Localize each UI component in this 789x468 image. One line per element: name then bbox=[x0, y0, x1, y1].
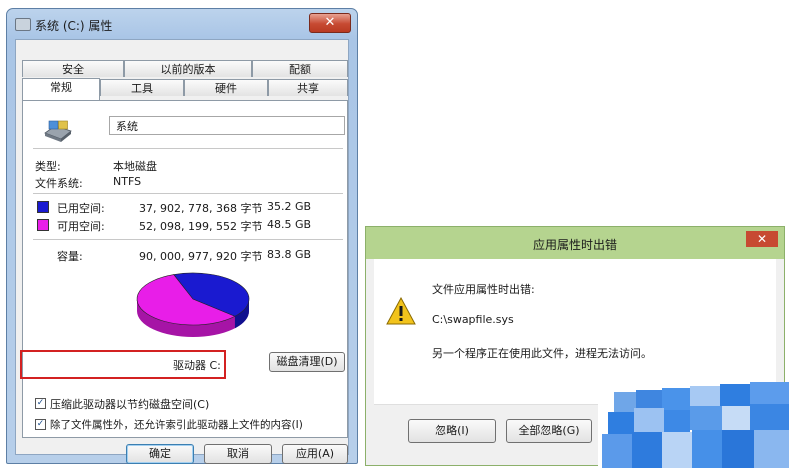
error-message-detail: 另一个程序正在使用此文件，进程无法访问。 bbox=[432, 347, 652, 360]
properties-titlebar[interactable]: 系统 (C:) 属性 ✕ bbox=[7, 9, 357, 39]
capacity-bytes: 90, 000, 977, 920 字节 bbox=[139, 250, 263, 263]
watermark-mosaic bbox=[598, 382, 789, 468]
drive-title-icon bbox=[15, 18, 31, 31]
tab-previous-versions[interactable]: 以前的版本 bbox=[124, 60, 252, 77]
cancel-button[interactable]: 取消 bbox=[204, 444, 272, 464]
apply-button[interactable]: 应用(A) bbox=[282, 444, 348, 464]
disk-cleanup-button[interactable]: 磁盘清理(D) bbox=[269, 352, 345, 372]
free-space-size: 48.5 GB bbox=[267, 218, 312, 231]
used-space-bytes: 37, 902, 778, 368 字节 bbox=[139, 202, 263, 215]
compress-option-highlight bbox=[20, 350, 226, 379]
error-dialog-title: 应用属性时出错 bbox=[532, 238, 617, 252]
divider bbox=[33, 239, 343, 240]
tab-sharing[interactable]: 共享 bbox=[268, 79, 348, 96]
used-space-label: 已用空间: bbox=[57, 202, 105, 215]
type-label: 类型: bbox=[35, 160, 61, 173]
properties-close-button[interactable]: ✕ bbox=[309, 13, 351, 33]
drive-name-input[interactable]: 系统 bbox=[109, 116, 345, 135]
filesystem-label: 文件系统: bbox=[35, 177, 83, 190]
error-dialog-titlebar[interactable]: 应用属性时出错 ✕ bbox=[366, 227, 784, 259]
properties-title: 系统 (C:) 属性 bbox=[35, 19, 113, 33]
general-tab-panel: 系统 类型: 本地磁盘 文件系统: NTFS 已用空间: 37, 902, 77… bbox=[22, 100, 348, 438]
type-value: 本地磁盘 bbox=[113, 160, 157, 173]
filesystem-value: NTFS bbox=[113, 175, 142, 188]
index-checkbox-label[interactable]: 除了文件属性外，还允许索引此驱动器上文件的内容(I) bbox=[50, 417, 303, 432]
tab-tools[interactable]: 工具 bbox=[100, 79, 184, 96]
error-message-heading: 文件应用属性时出错: bbox=[432, 283, 535, 296]
free-space-bytes: 52, 098, 199, 552 字节 bbox=[139, 220, 263, 233]
free-space-label: 可用空间: bbox=[57, 220, 105, 233]
ignore-all-button[interactable]: 全部忽略(G) bbox=[506, 419, 592, 443]
ok-button[interactable]: 确定 bbox=[126, 444, 194, 464]
hard-drive-icon bbox=[44, 120, 72, 142]
tab-general[interactable]: 常规 bbox=[22, 78, 100, 100]
free-space-swatch bbox=[37, 219, 49, 231]
tab-security[interactable]: 安全 bbox=[22, 60, 124, 77]
error-dialog-close-button[interactable]: ✕ bbox=[746, 231, 778, 247]
warning-icon bbox=[386, 297, 416, 325]
divider bbox=[33, 148, 343, 149]
capacity-label: 容量: bbox=[57, 250, 83, 263]
tab-quota[interactable]: 配额 bbox=[252, 60, 348, 77]
divider bbox=[33, 193, 343, 194]
disk-usage-pie bbox=[136, 272, 250, 337]
tab-hardware[interactable]: 硬件 bbox=[184, 79, 268, 96]
capacity-size: 83.8 GB bbox=[267, 248, 312, 261]
compress-checkbox-label[interactable]: 压缩此驱动器以节约磁盘空间(C) bbox=[50, 396, 209, 412]
index-checkbox[interactable]: ✓ bbox=[35, 419, 46, 430]
ignore-button[interactable]: 忽略(I) bbox=[408, 419, 496, 443]
used-space-swatch bbox=[37, 201, 49, 213]
used-space-size: 35.2 GB bbox=[267, 200, 312, 213]
compress-checkbox[interactable]: ✓ bbox=[35, 398, 46, 409]
properties-window: 系统 (C:) 属性 ✕ 安全 以前的版本 配额 常规 工具 硬件 共享 系统 … bbox=[6, 8, 358, 464]
properties-content: 安全 以前的版本 配额 常规 工具 硬件 共享 系统 类型: 本地磁盘 文件系统… bbox=[15, 39, 349, 464]
error-file-path: C:\swapfile.sys bbox=[432, 313, 514, 326]
